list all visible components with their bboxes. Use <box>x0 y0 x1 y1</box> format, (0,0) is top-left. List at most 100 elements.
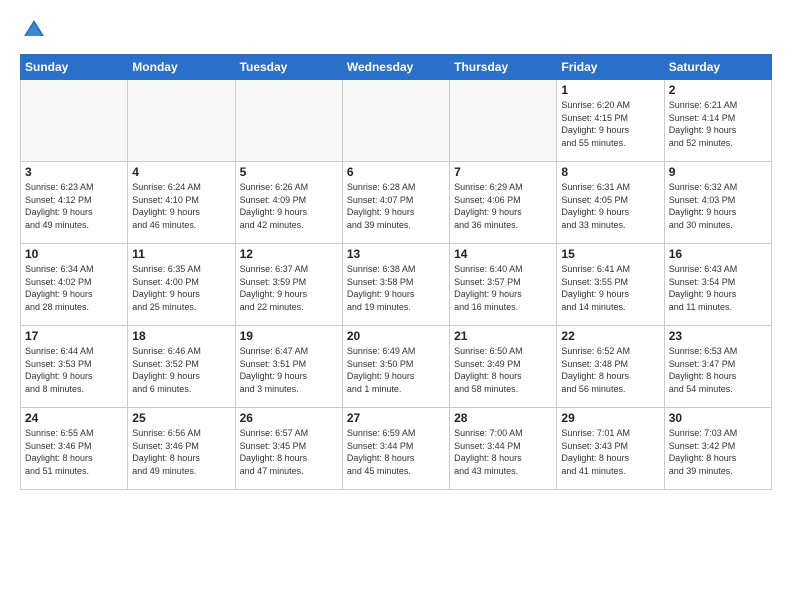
day-info: Sunrise: 6:49 AM Sunset: 3:50 PM Dayligh… <box>347 345 445 395</box>
day-number: 15 <box>561 247 659 261</box>
calendar-cell: 17Sunrise: 6:44 AM Sunset: 3:53 PM Dayli… <box>21 326 128 408</box>
day-number: 27 <box>347 411 445 425</box>
weekday-header-thursday: Thursday <box>450 55 557 80</box>
weekday-header-wednesday: Wednesday <box>342 55 449 80</box>
day-info: Sunrise: 7:03 AM Sunset: 3:42 PM Dayligh… <box>669 427 767 477</box>
day-info: Sunrise: 6:24 AM Sunset: 4:10 PM Dayligh… <box>132 181 230 231</box>
day-info: Sunrise: 6:20 AM Sunset: 4:15 PM Dayligh… <box>561 99 659 149</box>
calendar-cell: 1 Sunrise: 6:20 AM Sunset: 4:15 PM Daylig… <box>557 80 664 162</box>
calendar-cell: 8Sunrise: 6:31 AM Sunset: 4:05 PM Daylig… <box>557 162 664 244</box>
calendar-cell <box>128 80 235 162</box>
day-info: Sunrise: 6:32 AM Sunset: 4:03 PM Dayligh… <box>669 181 767 231</box>
calendar-week-row: 17Sunrise: 6:44 AM Sunset: 3:53 PM Dayli… <box>21 326 772 408</box>
weekday-header-sunday: Sunday <box>21 55 128 80</box>
calendar-cell: 19 Sunrise: 6:47 AM Sunset: 3:51 PM Dayli… <box>235 326 342 408</box>
calendar-header-row: SundayMondayTuesdayWednesdayThursdayFrid… <box>21 55 772 80</box>
day-info: Sunrise: 7:01 AM Sunset: 3:43 PM Dayligh… <box>561 427 659 477</box>
calendar-cell: 27 Sunrise: 6:59 AM Sunset: 3:44 PM Dayli… <box>342 408 449 490</box>
calendar-cell: 5 Sunrise: 6:26 AM Sunset: 4:09 PM Daylig… <box>235 162 342 244</box>
calendar-week-row: 24 Sunrise: 6:55 AM Sunset: 3:46 PM Dayli… <box>21 408 772 490</box>
calendar-cell: 12 Sunrise: 6:37 AM Sunset: 3:59 PM Dayli… <box>235 244 342 326</box>
calendar-cell: 14 Sunrise: 6:40 AM Sunset: 3:57 PM Dayli… <box>450 244 557 326</box>
day-info: Sunrise: 7:00 AM Sunset: 3:44 PM Dayligh… <box>454 427 552 477</box>
weekday-header-tuesday: Tuesday <box>235 55 342 80</box>
day-number: 11 <box>132 247 230 261</box>
day-number: 21 <box>454 329 552 343</box>
day-number: 22 <box>561 329 659 343</box>
day-info: Sunrise: 6:43 AM Sunset: 3:54 PM Dayligh… <box>669 263 767 313</box>
day-number: 17 <box>25 329 123 343</box>
day-number: 25 <box>132 411 230 425</box>
weekday-header-friday: Friday <box>557 55 664 80</box>
day-info: Sunrise: 6:28 AM Sunset: 4:07 PM Dayligh… <box>347 181 445 231</box>
day-info: Sunrise: 6:57 AM Sunset: 3:45 PM Dayligh… <box>240 427 338 477</box>
day-number: 4 <box>132 165 230 179</box>
calendar-cell: 16 Sunrise: 6:43 AM Sunset: 3:54 PM Dayli… <box>664 244 771 326</box>
calendar-cell: 25Sunrise: 6:56 AM Sunset: 3:46 PM Dayli… <box>128 408 235 490</box>
logo <box>20 16 52 44</box>
day-info: Sunrise: 6:52 AM Sunset: 3:48 PM Dayligh… <box>561 345 659 395</box>
calendar-cell: 11 Sunrise: 6:35 AM Sunset: 4:00 PM Dayli… <box>128 244 235 326</box>
day-info: Sunrise: 6:46 AM Sunset: 3:52 PM Dayligh… <box>132 345 230 395</box>
calendar-cell: 21 Sunrise: 6:50 AM Sunset: 3:49 PM Dayli… <box>450 326 557 408</box>
day-number: 13 <box>347 247 445 261</box>
calendar-week-row: 10 Sunrise: 6:34 AM Sunset: 4:02 PM Dayli… <box>21 244 772 326</box>
day-info: Sunrise: 6:26 AM Sunset: 4:09 PM Dayligh… <box>240 181 338 231</box>
calendar-cell: 30Sunrise: 7:03 AM Sunset: 3:42 PM Dayli… <box>664 408 771 490</box>
day-number: 10 <box>25 247 123 261</box>
calendar-cell: 26Sunrise: 6:57 AM Sunset: 3:45 PM Dayli… <box>235 408 342 490</box>
day-info: Sunrise: 6:29 AM Sunset: 4:06 PM Dayligh… <box>454 181 552 231</box>
day-number: 12 <box>240 247 338 261</box>
calendar-cell: 3 Sunrise: 6:23 AM Sunset: 4:12 PM Daylig… <box>21 162 128 244</box>
day-info: Sunrise: 6:23 AM Sunset: 4:12 PM Dayligh… <box>25 181 123 231</box>
day-info: Sunrise: 6:34 AM Sunset: 4:02 PM Dayligh… <box>25 263 123 313</box>
calendar-cell: 13 Sunrise: 6:38 AM Sunset: 3:58 PM Dayli… <box>342 244 449 326</box>
calendar-cell: 10 Sunrise: 6:34 AM Sunset: 4:02 PM Dayli… <box>21 244 128 326</box>
calendar-table: SundayMondayTuesdayWednesdayThursdayFrid… <box>20 54 772 490</box>
day-number: 16 <box>669 247 767 261</box>
day-info: Sunrise: 6:35 AM Sunset: 4:00 PM Dayligh… <box>132 263 230 313</box>
day-info: Sunrise: 6:37 AM Sunset: 3:59 PM Dayligh… <box>240 263 338 313</box>
day-info: Sunrise: 6:50 AM Sunset: 3:49 PM Dayligh… <box>454 345 552 395</box>
calendar-cell: 20 Sunrise: 6:49 AM Sunset: 3:50 PM Dayli… <box>342 326 449 408</box>
day-number: 3 <box>25 165 123 179</box>
day-number: 1 <box>561 83 659 97</box>
day-number: 2 <box>669 83 767 97</box>
weekday-header-saturday: Saturday <box>664 55 771 80</box>
calendar-cell: 2 Sunrise: 6:21 AM Sunset: 4:14 PM Daylig… <box>664 80 771 162</box>
header <box>20 16 772 44</box>
day-number: 6 <box>347 165 445 179</box>
calendar-cell: 29 Sunrise: 7:01 AM Sunset: 3:43 PM Dayli… <box>557 408 664 490</box>
calendar-cell: 6 Sunrise: 6:28 AM Sunset: 4:07 PM Daylig… <box>342 162 449 244</box>
day-info: Sunrise: 6:40 AM Sunset: 3:57 PM Dayligh… <box>454 263 552 313</box>
day-info: Sunrise: 6:21 AM Sunset: 4:14 PM Dayligh… <box>669 99 767 149</box>
calendar-cell <box>450 80 557 162</box>
day-number: 5 <box>240 165 338 179</box>
day-info: Sunrise: 6:47 AM Sunset: 3:51 PM Dayligh… <box>240 345 338 395</box>
weekday-header-monday: Monday <box>128 55 235 80</box>
day-number: 9 <box>669 165 767 179</box>
day-number: 24 <box>25 411 123 425</box>
calendar-cell: 28Sunrise: 7:00 AM Sunset: 3:44 PM Dayli… <box>450 408 557 490</box>
day-info: Sunrise: 6:38 AM Sunset: 3:58 PM Dayligh… <box>347 263 445 313</box>
day-info: Sunrise: 6:59 AM Sunset: 3:44 PM Dayligh… <box>347 427 445 477</box>
page: SundayMondayTuesdayWednesdayThursdayFrid… <box>0 0 792 612</box>
day-info: Sunrise: 6:53 AM Sunset: 3:47 PM Dayligh… <box>669 345 767 395</box>
calendar-week-row: 3 Sunrise: 6:23 AM Sunset: 4:12 PM Daylig… <box>21 162 772 244</box>
calendar-cell: 4 Sunrise: 6:24 AM Sunset: 4:10 PM Daylig… <box>128 162 235 244</box>
calendar-cell: 24 Sunrise: 6:55 AM Sunset: 3:46 PM Dayli… <box>21 408 128 490</box>
day-number: 14 <box>454 247 552 261</box>
calendar-cell: 22 Sunrise: 6:52 AM Sunset: 3:48 PM Dayli… <box>557 326 664 408</box>
calendar-cell: 7Sunrise: 6:29 AM Sunset: 4:06 PM Daylig… <box>450 162 557 244</box>
day-number: 20 <box>347 329 445 343</box>
day-number: 18 <box>132 329 230 343</box>
calendar-cell: 23 Sunrise: 6:53 AM Sunset: 3:47 PM Dayli… <box>664 326 771 408</box>
day-number: 29 <box>561 411 659 425</box>
logo-icon <box>20 16 48 44</box>
day-number: 19 <box>240 329 338 343</box>
calendar-week-row: 1 Sunrise: 6:20 AM Sunset: 4:15 PM Daylig… <box>21 80 772 162</box>
calendar-cell <box>342 80 449 162</box>
calendar-cell: 18 Sunrise: 6:46 AM Sunset: 3:52 PM Dayli… <box>128 326 235 408</box>
day-number: 23 <box>669 329 767 343</box>
day-info: Sunrise: 6:55 AM Sunset: 3:46 PM Dayligh… <box>25 427 123 477</box>
